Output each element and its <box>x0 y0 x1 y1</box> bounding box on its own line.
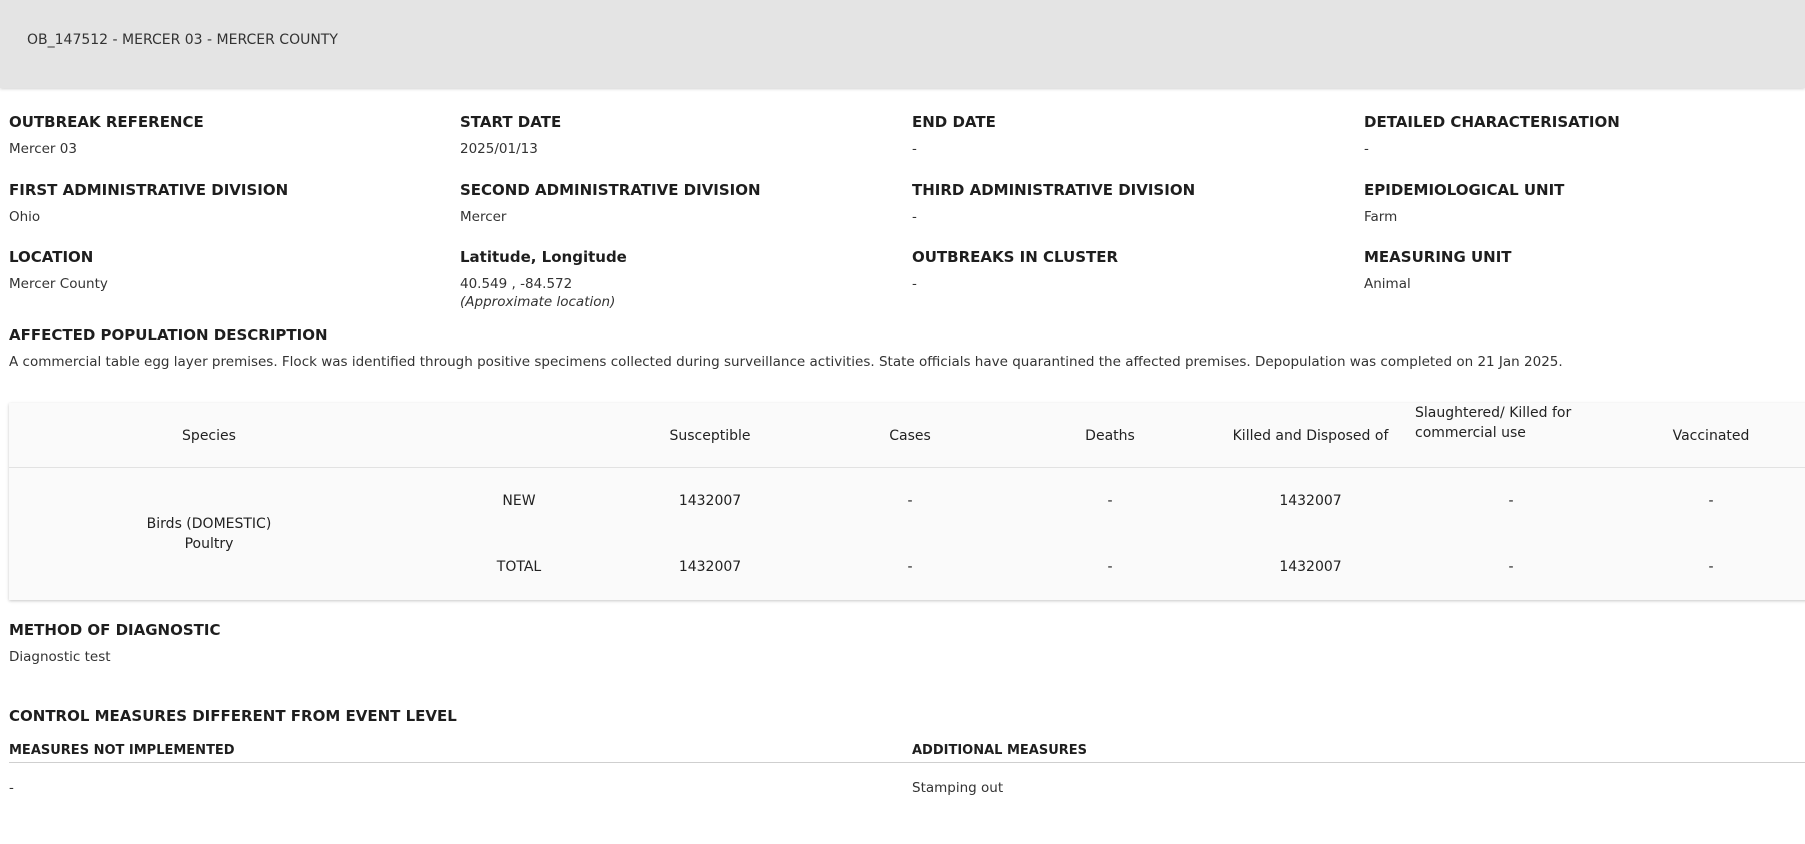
epidemiological-unit-label: EPIDEMIOLOGICAL UNIT <box>1364 181 1565 199</box>
approximate-location-note: (Approximate location) <box>460 294 616 310</box>
outbreaks-in-cluster-value: - <box>912 276 917 292</box>
row-total-slaughtered: - <box>1508 559 1514 575</box>
detailed-characterisation-value: - <box>1364 141 1369 157</box>
additional-measures-value: Stamping out <box>912 780 1004 796</box>
header-killed: Killed and Disposed of <box>1232 427 1389 444</box>
table-header-row: Species Susceptible Cases Deaths Killed … <box>9 403 1805 468</box>
header-susceptible: Susceptible <box>669 427 751 444</box>
outbreak-reference-field: OUTBREAK REFERENCE Mercer 03 <box>9 113 204 157</box>
diagnostic-label: METHOD OF DIAGNOSTIC <box>9 621 221 639</box>
header-slaughtered-line1: Slaughtered/ Killed for <box>1415 405 1572 421</box>
row-total-deaths: - <box>1107 559 1113 575</box>
location-label: LOCATION <box>9 248 94 266</box>
row-new-slaughtered: - <box>1508 493 1514 509</box>
measures-not-implemented-label: MEASURES NOT IMPLEMENTED <box>9 743 235 758</box>
header-slaughtered-line2: commercial use <box>1415 425 1526 441</box>
end-date-label: END DATE <box>912 113 996 131</box>
third-admin-division-field: THIRD ADMINISTRATIVE DIVISION - <box>912 181 1195 225</box>
first-admin-division-field: FIRST ADMINISTRATIVE DIVISION Ohio <box>9 181 288 225</box>
second-admin-division-label: SECOND ADMINISTRATIVE DIVISION <box>460 181 761 199</box>
outbreaks-in-cluster-field: OUTBREAKS IN CLUSTER - <box>912 248 1118 292</box>
additional-measures-label: ADDITIONAL MEASURES <box>912 743 1088 758</box>
first-admin-division-value: Ohio <box>9 209 41 225</box>
row-total-susceptible: 1432007 <box>678 559 742 575</box>
row-new-killed: 1432007 <box>1279 493 1342 509</box>
lat-long-field: Latitude, Longitude 40.549 , -84.572 (Ap… <box>460 248 627 310</box>
header-species: Species <box>182 427 236 444</box>
measuring-unit-label: MEASURING UNIT <box>1364 248 1512 266</box>
measuring-unit-field: MEASURING UNIT Animal <box>1364 248 1512 292</box>
row-total-type: TOTAL <box>496 559 542 575</box>
row-total-killed: 1432007 <box>1279 559 1342 575</box>
start-date-label: START DATE <box>460 113 562 131</box>
header-slaughtered: Slaughtered/ Killed for commercial use <box>1415 403 1615 468</box>
species-table: Species Susceptible Cases Deaths Killed … <box>9 403 1805 600</box>
control-measures-label: CONTROL MEASURES DIFFERENT FROM EVENT LE… <box>9 707 457 725</box>
third-admin-division-value: - <box>912 209 917 225</box>
row-new-susceptible: 1432007 <box>678 493 742 509</box>
location-field: LOCATION Mercer County <box>9 248 108 292</box>
second-admin-division-field: SECOND ADMINISTRATIVE DIVISION Mercer <box>460 181 761 225</box>
outbreaks-in-cluster-label: OUTBREAKS IN CLUSTER <box>912 248 1119 266</box>
row-total-cases: - <box>907 559 913 575</box>
measures-divider <box>9 762 1805 763</box>
end-date-field: END DATE - <box>912 113 996 157</box>
affected-population-section: AFFECTED POPULATION DESCRIPTION A commer… <box>9 326 1799 370</box>
detailed-characterisation-field: DETAILED CHARACTERISATION - <box>1364 113 1620 157</box>
row-total-vaccinated: - <box>1708 559 1714 575</box>
start-date-value: 2025/01/13 <box>460 141 538 157</box>
start-date-field: START DATE 2025/01/13 <box>460 113 561 157</box>
detailed-characterisation-label: DETAILED CHARACTERISATION <box>1364 113 1620 131</box>
row-new-vaccinated: - <box>1708 493 1714 509</box>
outbreak-reference-label: OUTBREAK REFERENCE <box>9 113 204 131</box>
row-new-type: NEW <box>502 493 536 509</box>
lat-long-label: Latitude, Longitude <box>460 248 627 266</box>
end-date-value: - <box>912 141 917 157</box>
species-subtype: Poultry <box>184 536 234 552</box>
header-vaccinated: Vaccinated <box>1672 427 1750 444</box>
affected-population-value: A commercial table egg layer premises. F… <box>9 354 1563 370</box>
measures-not-implemented-value: - <box>9 780 14 796</box>
first-admin-division-label: FIRST ADMINISTRATIVE DIVISION <box>9 181 289 199</box>
epidemiological-unit-field: EPIDEMIOLOGICAL UNIT Farm <box>1364 181 1564 225</box>
location-value: Mercer County <box>9 276 108 292</box>
header-cases: Cases <box>889 427 931 444</box>
row-new-cases: - <box>907 493 913 509</box>
second-admin-division-value: Mercer <box>460 209 507 225</box>
header-deaths: Deaths <box>1085 427 1135 444</box>
diagnostic-value: Diagnostic test <box>9 649 111 665</box>
row-new-deaths: - <box>1107 493 1113 509</box>
outbreak-title: OB_147512 - MERCER 03 - MERCER COUNTY <box>27 32 338 48</box>
third-admin-division-label: THIRD ADMINISTRATIVE DIVISION <box>912 181 1196 199</box>
page-header: OB_147512 - MERCER 03 - MERCER COUNTY <box>0 0 1805 88</box>
epidemiological-unit-value: Farm <box>1364 209 1398 225</box>
outbreak-reference-value: Mercer 03 <box>9 141 77 157</box>
species-name: Birds (DOMESTIC) <box>146 516 272 532</box>
measuring-unit-value: Animal <box>1364 276 1411 292</box>
table-body: Birds (DOMESTIC) Poultry NEW 1432007 - -… <box>9 468 1805 600</box>
lat-long-value: 40.549 , -84.572 <box>460 276 573 292</box>
species-cell: Birds (DOMESTIC) Poultry <box>9 468 409 600</box>
affected-population-label: AFFECTED POPULATION DESCRIPTION <box>9 326 328 344</box>
